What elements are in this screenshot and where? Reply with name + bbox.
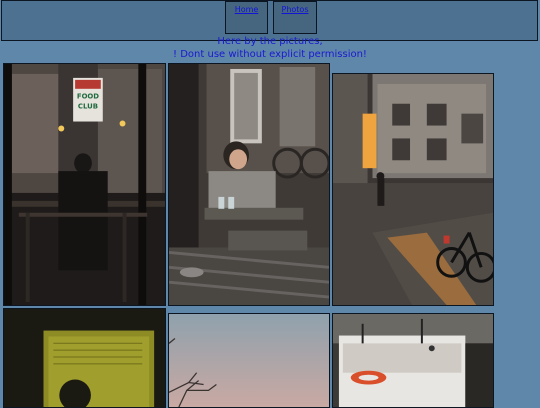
- home-link[interactable]: Home: [235, 5, 259, 14]
- permission-warning: ! Dont use without explicit permission!: [173, 49, 367, 60]
- cafe-photo: FOOD CLUB: [4, 64, 165, 305]
- photos-link[interactable]: Photos: [282, 5, 309, 14]
- photo-thumb-woman-table[interactable]: [168, 63, 330, 306]
- header-bar: Home Photos: [1, 0, 538, 41]
- photo-thumb-cafe[interactable]: FOOD CLUB: [3, 63, 166, 306]
- photo-thumb-sunset-street[interactable]: [332, 73, 494, 306]
- food-sign-line1: FOOD: [77, 93, 99, 101]
- dusk-sky-photo: [169, 314, 329, 407]
- sunset-street-photo: [333, 74, 493, 305]
- intro-text: Here by the pictures,: [217, 36, 323, 47]
- photo-thumb-notice-board[interactable]: [3, 308, 166, 408]
- nav-item-photos[interactable]: Photos: [273, 1, 317, 34]
- photo-thumb-boat[interactable]: [332, 313, 494, 408]
- notice-board-photo: [4, 309, 165, 407]
- photo-thumb-dusk-sky[interactable]: [168, 313, 330, 408]
- food-sign-line2: CLUB: [78, 103, 98, 111]
- boat-photo: [333, 314, 493, 407]
- woman-table-photo: [169, 64, 329, 305]
- nav-item-home[interactable]: Home: [225, 1, 268, 34]
